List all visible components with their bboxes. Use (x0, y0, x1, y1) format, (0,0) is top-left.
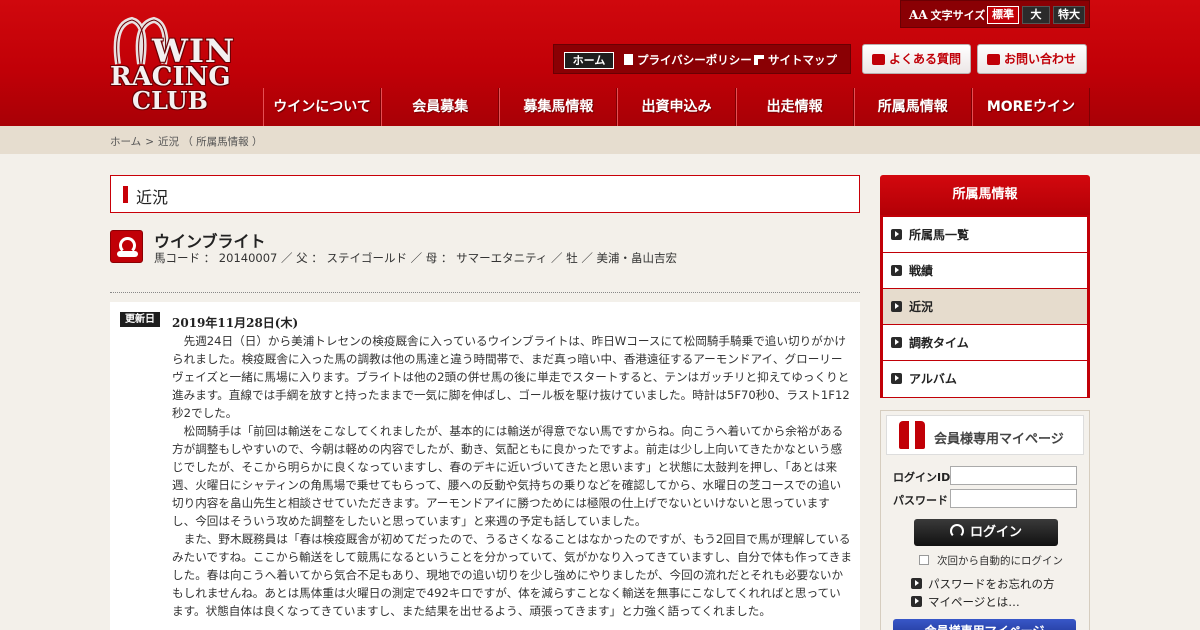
breadcrumb-bar: ホーム > 近況 （ 所属馬情報 ） (0, 126, 1200, 154)
gnav-membership[interactable]: 会員募集 (381, 88, 500, 126)
sidebar-item-horse-list[interactable]: 所属馬一覧 (883, 217, 1087, 253)
news-paragraph: また、野木厩務員は「春は検疫厩舎が初めてだったので、うるさくなることはなかったの… (172, 532, 852, 618)
member-login-box: 会員様専用マイページ ログインID パスワード ログイン 次回から自動的にログイ… (880, 410, 1090, 630)
sidebar-title: 所属馬情報 (880, 175, 1090, 215)
breadcrumb-current: 近況 (158, 136, 179, 148)
horse-info: 馬コード ： 20140007 ／ 父 ： ステイゴールド ／ 母 ： サマーエ… (154, 251, 678, 265)
login-id-input[interactable] (950, 466, 1077, 485)
login-header: 会員様専用マイページ (886, 415, 1084, 455)
font-size-standard-button[interactable]: 標準 (987, 6, 1019, 24)
arrow-right-icon (891, 301, 902, 312)
password-input[interactable] (950, 489, 1077, 508)
sidebar-menu: 所属馬一覧 戦績 近況 調教タイム アルバム (880, 215, 1090, 398)
site-header: WIN RACING CLUB AA 文字サイズ 標準 大 特大 ホーム プライバ… (0, 0, 1200, 126)
auto-login-option[interactable]: 次回から自動的にログイン (919, 553, 1063, 568)
news-entry: 更新日 2019年11月28日(木) 先週24日（日）から美浦トレセンの検疫厩舎… (110, 302, 860, 630)
title-accent-bar (123, 186, 128, 203)
font-size-label: 文字サイズ (930, 9, 986, 22)
arrow-right-icon (911, 578, 922, 589)
sitemap-icon (754, 55, 764, 65)
logo-text-club: CLUB (132, 86, 208, 115)
forgot-password-link[interactable]: パスワードをお忘れの方 (911, 576, 1055, 592)
sidebar-item-album[interactable]: アルバム (883, 361, 1087, 397)
privacy-policy-link[interactable]: プライバシーポリシー (624, 52, 752, 68)
contact-button[interactable]: お問い合わせ (977, 44, 1087, 74)
gnav-about[interactable]: ウインについて (263, 88, 382, 126)
arrow-right-icon (891, 373, 902, 384)
arrow-right-icon (891, 229, 902, 240)
password-label: パスワード (893, 494, 948, 507)
horse-name: ウインブライト (154, 232, 266, 251)
breadcrumb-category: （ 所属馬情報 ） (182, 136, 263, 148)
sidebar-item-recent-news[interactable]: 近況 (883, 289, 1087, 325)
gnav-race-info[interactable]: 出走情報 (735, 88, 854, 126)
gnav-more[interactable]: MOREウイン (971, 88, 1090, 126)
news-paragraph: 先週24日（日）から美浦トレセンの検疫厩舎に入っているウインブライトは、昨日Wコ… (172, 334, 850, 420)
font-size-large-button[interactable]: 大 (1022, 6, 1050, 24)
racing-silks-icon (899, 421, 925, 449)
home-link[interactable]: ホーム (564, 52, 614, 69)
login-button[interactable]: ログイン (914, 519, 1058, 546)
breadcrumb: ホーム > 近況 （ 所属馬情報 ） (110, 136, 263, 148)
font-size-xlarge-button[interactable]: 特大 (1053, 6, 1085, 24)
page-title-box: 近況 (110, 175, 860, 213)
updated-badge: 更新日 (120, 312, 160, 327)
global-nav: ウインについて 会員募集 募集馬情報 出資申込み 出走情報 所属馬情報 MORE… (263, 88, 1090, 126)
horseshoe-icon (949, 524, 964, 538)
gnav-owned-horses[interactable]: 所属馬情報 (853, 88, 972, 126)
arrow-right-icon (911, 596, 922, 607)
sidebar-item-training-times[interactable]: 調教タイム (883, 325, 1087, 361)
arrow-right-icon (891, 265, 902, 276)
sitemap-link[interactable]: サイトマップ (754, 52, 837, 68)
horseshoe-icon (110, 230, 143, 263)
divider (110, 292, 860, 293)
news-body: 先週24日（日）から美浦トレセンの検疫厩舎に入っているウインブライトは、昨日Wコ… (172, 332, 852, 620)
font-size-switcher: AA 文字サイズ 標準 大 特大 (900, 0, 1090, 28)
news-paragraph: 松岡騎手は「前回は輸送をこなしてくれましたが、基本的には輸送が得意でない馬ですか… (172, 424, 844, 528)
page-title: 近況 (136, 188, 169, 207)
mypage-button[interactable]: 会員様専用マイページ (893, 619, 1076, 630)
auto-login-checkbox[interactable] (919, 555, 929, 565)
font-size-icon: AA (909, 8, 928, 22)
mail-icon (987, 54, 1000, 65)
news-date: 2019年11月28日(木) (172, 316, 299, 330)
faq-button[interactable]: よくある質問 (862, 44, 971, 74)
sidebar-item-results[interactable]: 戦績 (883, 253, 1087, 289)
document-icon (624, 54, 633, 65)
utility-nav: ホーム プライバシーポリシー サイトマップ (553, 44, 851, 74)
about-mypage-link[interactable]: マイページとは… (911, 594, 1020, 610)
arrow-right-icon (891, 337, 902, 348)
gnav-horses-for-sale[interactable]: 募集馬情報 (499, 88, 618, 126)
login-title: 会員様専用マイページ (934, 432, 1064, 447)
login-id-label: ログインID (893, 471, 951, 484)
site-logo[interactable]: WIN RACING CLUB (108, 12, 248, 115)
gnav-application[interactable]: 出資申込み (617, 88, 736, 126)
question-icon (872, 54, 885, 65)
breadcrumb-home-link[interactable]: ホーム (110, 136, 141, 148)
